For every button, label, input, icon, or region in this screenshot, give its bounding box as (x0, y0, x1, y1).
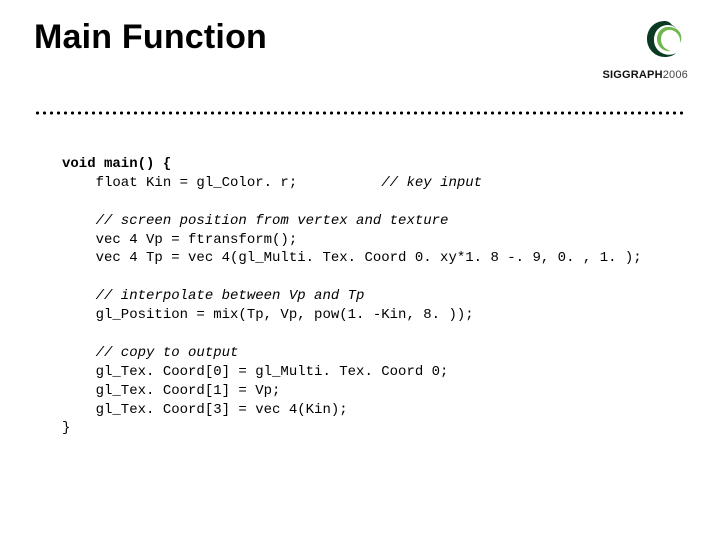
code-line: gl_Tex. Coord[1] = Vp; (62, 383, 280, 399)
code-comment: // copy to output (62, 345, 238, 361)
code-line: gl_Position = mix(Tp, Vp, pow(1. -Kin, 8… (62, 307, 474, 323)
divider-dotted (34, 110, 686, 116)
code-comment: // screen position from vertex and textu… (62, 213, 448, 229)
code-line: vec 4 Vp = ftransform(); (62, 232, 297, 248)
code-line: gl_Tex. Coord[3] = vec 4(Kin); (62, 402, 348, 418)
swirl-icon (642, 18, 688, 60)
logo-brand: SIGGRAPH (602, 69, 662, 81)
page-title: Main Function (34, 18, 267, 57)
logo-text: SIGGRAPH2006 (568, 69, 688, 81)
code-line: float Kin = gl_Color. r; (62, 175, 381, 191)
code-line: vec 4 Tp = vec 4(gl_Multi. Tex. Coord 0.… (62, 250, 642, 266)
siggraph-logo: SIGGRAPH2006 (568, 18, 688, 81)
code-comment: // interpolate between Vp and Tp (62, 288, 364, 304)
slide: Main Function SIGGRAPH2006 void main() {… (0, 0, 720, 540)
code-line: } (62, 420, 70, 436)
code-line: gl_Tex. Coord[0] = gl_Multi. Tex. Coord … (62, 364, 448, 380)
code-line: void main() { (62, 156, 171, 172)
code-block: void main() { float Kin = gl_Color. r; /… (62, 155, 680, 438)
logo-year: 2006 (663, 69, 688, 81)
code-comment: // key input (381, 175, 482, 191)
